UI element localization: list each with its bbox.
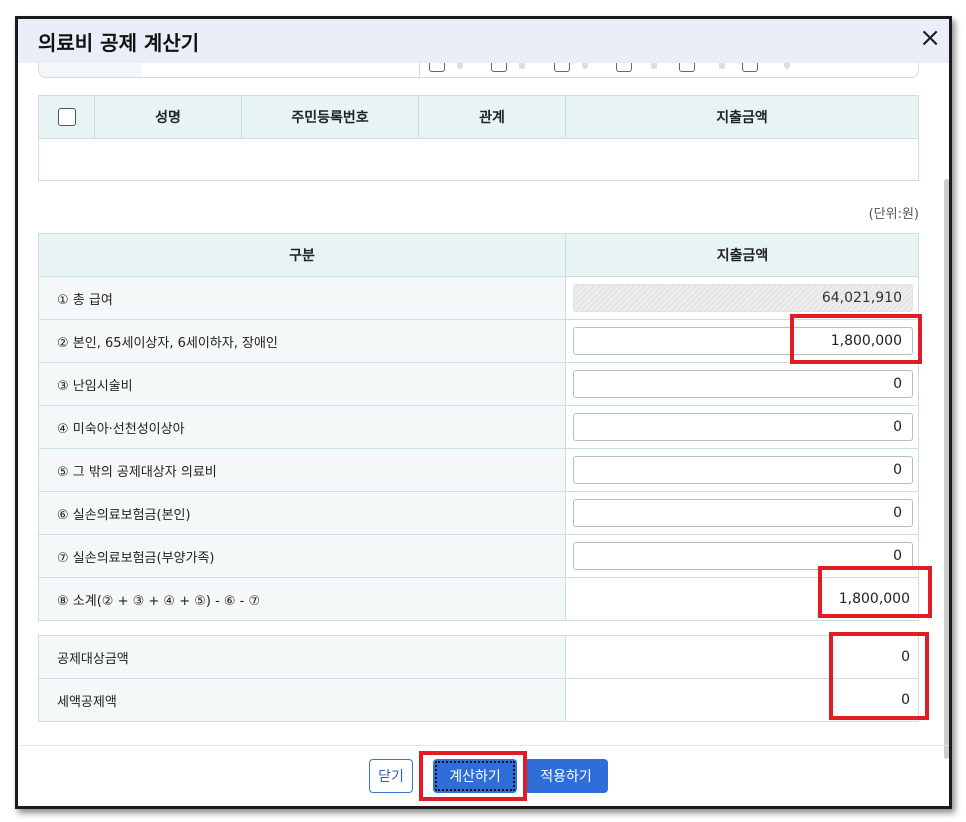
header-expense: 지출금액 <box>716 110 768 126</box>
subtotal-value: 1,800,000 <box>567 578 918 620</box>
partial-filter-divider <box>419 63 420 77</box>
partial-checkbox-5[interactable] <box>679 63 695 72</box>
partial-checkbox-label-3 <box>582 63 588 69</box>
partial-checkbox-label-6 <box>784 63 790 69</box>
row-label: 세액공제액 <box>39 679 566 721</box>
insurance-dependents-input[interactable] <box>573 542 913 570</box>
row-label: ④ 미숙아·선천성이상아 <box>39 406 566 448</box>
row-self-elderly-disabled: ② 본인, 65세이상자, 6세이하자, 장애인 <box>39 320 918 363</box>
row-premature-infant: ④ 미숙아·선천성이상아 <box>39 406 918 449</box>
partial-checkbox-2[interactable] <box>491 63 507 72</box>
apply-button[interactable]: 적용하기 <box>524 759 608 793</box>
select-all-checkbox[interactable] <box>57 108 76 126</box>
scrollbar[interactable] <box>944 179 949 759</box>
partial-filter-panel <box>38 63 919 78</box>
expense-table-header: 구분 지출금액 <box>39 234 918 277</box>
header-amount: 지출금액 <box>567 234 918 276</box>
self-elderly-disabled-input[interactable] <box>573 327 913 355</box>
footer-divider <box>18 745 949 746</box>
row-label: ⑥ 실손의료보험금(본인) <box>39 492 566 534</box>
close-button[interactable]: 닫기 <box>369 759 413 793</box>
row-label: ② 본인, 65세이상자, 6세이하자, 장애인 <box>39 320 566 362</box>
header-name: 성명 <box>95 96 242 138</box>
row-infertility: ③ 난임시술비 <box>39 363 918 406</box>
row-label: ⑤ 그 밖의 공제대상자 의료비 <box>39 449 566 491</box>
deductible-amount-value: 0 <box>567 636 918 678</box>
row-subtotal: ⑧ 소계(② + ③ + ④ + ⑤) - ⑥ - ⑦ 1,800,000 <box>39 578 918 620</box>
medical-deduction-dialog: 의료비 공제 계산기 × 성명 주민등록번호 관계 지출금액 (단위:원) 구분… <box>15 16 952 809</box>
row-deductible-amount: 공제대상금액 0 <box>39 636 918 679</box>
header-resident-number: 주민등록번호 <box>242 96 419 138</box>
row-label: ① 총 급여 <box>39 277 566 319</box>
premature-infant-input[interactable] <box>573 413 913 441</box>
dialog-titlebar: 의료비 공제 계산기 × <box>18 19 949 63</box>
partial-checkbox-3[interactable] <box>554 63 570 72</box>
infertility-input[interactable] <box>573 370 913 398</box>
partial-checkbox-label-5 <box>719 63 725 69</box>
partial-checkbox-4[interactable] <box>616 63 632 72</box>
dialog-title: 의료비 공제 계산기 <box>38 31 200 55</box>
row-label: ⑦ 실손의료보험금(부양가족) <box>39 535 566 577</box>
dependents-table: 성명 주민등록번호 관계 지출금액 <box>38 95 919 181</box>
row-total-salary: ① 총 급여 <box>39 277 918 320</box>
other-dependents-input[interactable] <box>573 456 913 484</box>
summary-table: 공제대상금액 0 세액공제액 0 <box>38 635 919 722</box>
row-tax-credit: 세액공제액 0 <box>39 679 918 721</box>
row-insurance-dependents: ⑦ 실손의료보험금(부양가족) <box>39 535 918 578</box>
partial-checkbox-label-2 <box>519 63 525 69</box>
insurance-self-input[interactable] <box>573 499 913 527</box>
tax-credit-value: 0 <box>567 679 918 721</box>
calculate-button[interactable]: 계산하기 <box>433 759 517 793</box>
header-relation: 관계 <box>419 96 566 138</box>
row-label: 공제대상금액 <box>39 636 566 678</box>
unit-label: (단위:원) <box>868 207 919 222</box>
dependents-table-header: 성명 주민등록번호 관계 지출금액 <box>39 96 918 139</box>
close-icon[interactable]: × <box>919 25 941 51</box>
partial-checkbox-label-4 <box>651 63 657 69</box>
row-label: ⑧ 소계(② + ③ + ④ + ⑤) - ⑥ - ⑦ <box>39 578 566 620</box>
partial-checkbox-1[interactable] <box>429 63 445 72</box>
row-insurance-self: ⑥ 실손의료보험금(본인) <box>39 492 918 535</box>
row-other-dependents: ⑤ 그 밖의 공제대상자 의료비 <box>39 449 918 492</box>
partial-checkbox-6[interactable] <box>742 63 758 72</box>
select-all-cell <box>39 96 95 138</box>
row-label: ③ 난임시술비 <box>39 363 566 405</box>
expense-table: 구분 지출금액 ① 총 급여 ② 본인, 65세이상자, 6세이하자, 장애인 … <box>38 233 919 621</box>
total-salary-field <box>573 284 913 312</box>
partial-checkbox-label-1 <box>457 63 463 69</box>
partial-filter-label-cell <box>39 63 141 77</box>
header-category: 구분 <box>39 234 566 276</box>
